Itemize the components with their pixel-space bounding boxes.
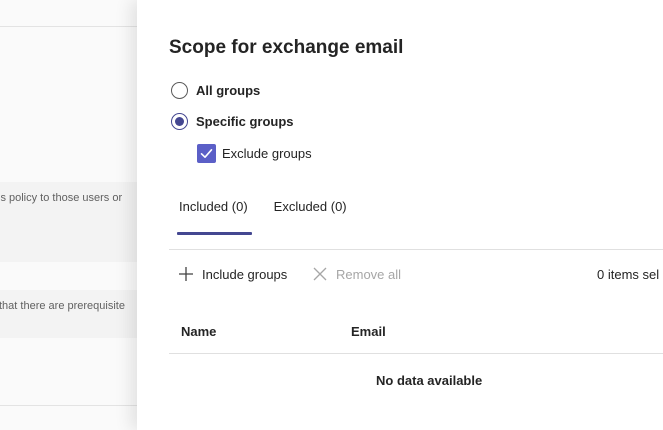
exclude-groups-checkbox[interactable]: Exclude groups xyxy=(197,144,312,163)
background-page: is policy to those users or that there a… xyxy=(0,0,137,430)
empty-state-text: No data available xyxy=(376,373,483,388)
prerequisite-card xyxy=(0,290,137,338)
panel-title: Scope for exchange email xyxy=(169,37,404,58)
radio-button[interactable] xyxy=(171,82,188,99)
divider xyxy=(0,26,137,27)
plus-icon xyxy=(177,265,195,283)
column-header-email[interactable]: Email xyxy=(351,324,386,339)
scope-flyout-panel: Scope for exchange email All groups Spec… xyxy=(137,0,663,430)
table-header: Name Email xyxy=(169,322,663,354)
close-icon xyxy=(311,265,329,283)
divider xyxy=(0,405,137,406)
toolbar: Include groups Remove all 0 items sel xyxy=(177,265,663,285)
checkbox-label: Exclude groups xyxy=(222,146,312,161)
remove-all-label: Remove all xyxy=(336,266,402,282)
remove-all-button[interactable]: Remove all xyxy=(311,265,401,283)
radio-button-selected[interactable] xyxy=(171,113,188,130)
tab-list: Included (0) Excluded (0) xyxy=(177,199,373,235)
column-header-name[interactable]: Name xyxy=(181,324,216,339)
background-text: that there are prerequisite xyxy=(0,300,125,312)
include-groups-label: Include groups xyxy=(202,266,288,282)
background-text: is policy to those users or xyxy=(0,192,123,204)
radio-label: Specific groups xyxy=(196,114,294,129)
items-selected-count: 0 items sel xyxy=(597,267,660,282)
radio-label: All groups xyxy=(196,83,261,98)
radio-specific-groups[interactable]: Specific groups xyxy=(171,113,294,130)
tab-divider xyxy=(169,249,663,250)
include-groups-button[interactable]: Include groups xyxy=(177,265,287,283)
tab-included[interactable]: Included (0) xyxy=(177,199,252,235)
radio-all-groups[interactable]: All groups xyxy=(171,82,260,99)
checkmark-icon xyxy=(200,149,213,158)
checkbox-checked[interactable] xyxy=(197,144,216,163)
tab-excluded[interactable]: Excluded (0) xyxy=(274,199,347,226)
